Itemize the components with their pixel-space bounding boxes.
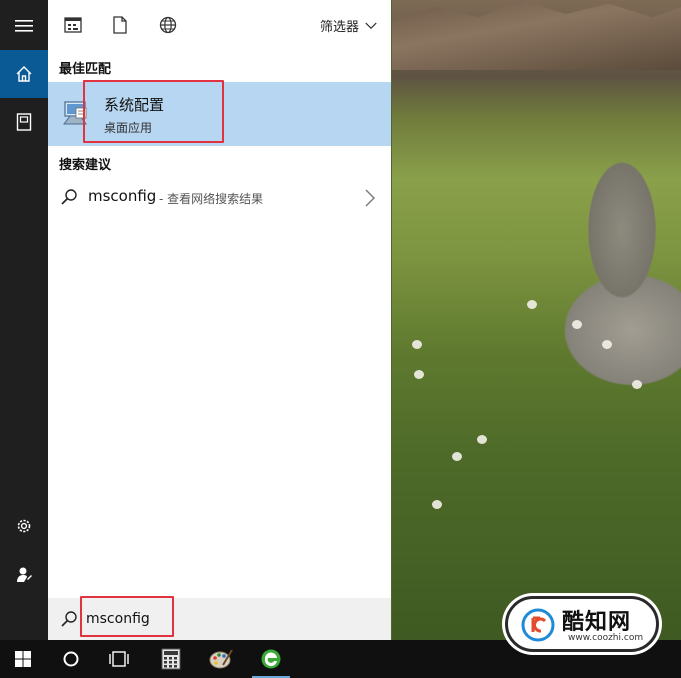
suggestion-query: msconfig (88, 187, 157, 205)
site-watermark: 酷知网 www.coozhi.com (505, 596, 659, 652)
feedback-user-icon (17, 567, 32, 582)
search-input-highlight-box (80, 596, 174, 637)
best-match-highlight-box (83, 80, 224, 143)
document-icon (113, 16, 127, 34)
wallpaper-flower (452, 452, 462, 461)
chevron-down-icon (365, 22, 377, 29)
search-results-panel: 筛选器 最佳匹配 系统配置 桌面应用 搜索建议 msconfig - 查看网络搜… (48, 0, 391, 640)
suggestion-description: - 查看网络搜索结果 (159, 192, 264, 206)
chevron-right-icon[interactable] (365, 189, 375, 207)
wallpaper-mountain (392, 0, 681, 70)
filter-dropdown[interactable]: 筛选器 (320, 16, 377, 35)
apps-filter-button[interactable] (61, 13, 85, 37)
wallpaper-flower (527, 300, 537, 309)
paint-palette-icon (209, 649, 233, 669)
menu-button[interactable] (0, 2, 48, 50)
watermark-url: www.coozhi.com (568, 633, 644, 643)
start-rail (0, 0, 48, 640)
search-suggestion-row[interactable]: msconfig - 查看网络搜索结果 (48, 180, 391, 216)
documents-filter-button[interactable] (108, 13, 132, 37)
notebook-icon (16, 113, 32, 131)
coozhi-logo-icon (521, 608, 555, 642)
home-icon (16, 66, 32, 82)
wallpaper-flower (572, 320, 582, 329)
search-icon (61, 189, 77, 205)
settings-gear-icon (17, 519, 31, 533)
cortana-circle-icon (63, 651, 79, 667)
task-view-button[interactable] (96, 640, 142, 678)
wallpaper-flower (602, 340, 612, 349)
start-button[interactable] (0, 640, 46, 678)
feedback-button[interactable] (0, 550, 48, 598)
browser-taskbar-button[interactable] (248, 640, 294, 678)
filter-label: 筛选器 (319, 20, 359, 35)
best-match-heading: 最佳匹配 (59, 62, 112, 77)
paint-taskbar-button[interactable] (198, 640, 244, 678)
filter-toolbar: 筛选器 (48, 0, 391, 50)
wallpaper-flower (477, 435, 487, 444)
search-icon (61, 611, 77, 627)
wallpaper-flower (412, 340, 422, 349)
web-filter-button[interactable] (156, 13, 180, 37)
globe-icon (159, 16, 177, 34)
calculator-taskbar-button[interactable] (148, 640, 194, 678)
search-suggestions-heading: 搜索建议 (59, 158, 112, 173)
desktop-wallpaper (392, 0, 681, 640)
watermark-logo-text: 酷知网 (562, 610, 632, 635)
apps-icon (64, 17, 82, 33)
settings-button[interactable] (0, 502, 48, 550)
hamburger-menu-icon (15, 20, 33, 32)
windows-logo-icon (15, 651, 31, 667)
notebook-button[interactable] (0, 98, 48, 146)
wallpaper-flower (632, 380, 642, 389)
browser-icon (261, 649, 281, 669)
home-button[interactable] (0, 50, 48, 98)
task-view-icon (109, 651, 129, 667)
wallpaper-flower (432, 500, 442, 509)
wallpaper-flower (414, 370, 424, 379)
calculator-icon (161, 648, 181, 670)
cortana-button[interactable] (48, 640, 94, 678)
